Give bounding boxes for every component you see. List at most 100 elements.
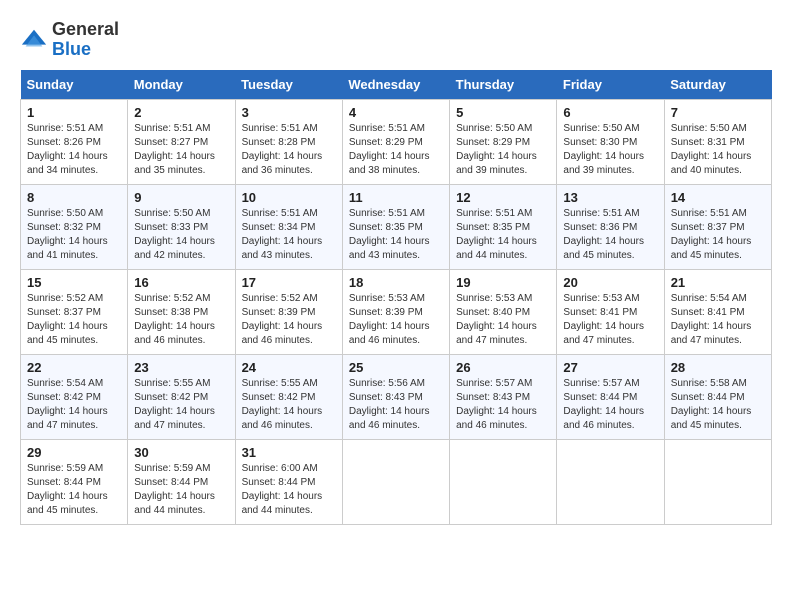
logo-general: General <box>52 19 119 39</box>
day-number: 8 <box>27 190 121 205</box>
day-number: 21 <box>671 275 765 290</box>
day-number: 26 <box>456 360 550 375</box>
day-cell-21: 21 Sunrise: 5:54 AM Sunset: 8:41 PM Dayl… <box>664 269 771 354</box>
day-number: 17 <box>242 275 336 290</box>
day-number: 1 <box>27 105 121 120</box>
day-detail: Sunrise: 5:53 AM Sunset: 8:40 PM Dayligh… <box>456 292 550 348</box>
day-detail: Sunrise: 5:55 AM Sunset: 8:42 PM Dayligh… <box>242 377 336 433</box>
day-cell-22: 22 Sunrise: 5:54 AM Sunset: 8:42 PM Dayl… <box>21 354 128 439</box>
day-number: 2 <box>134 105 228 120</box>
day-detail: Sunrise: 5:53 AM Sunset: 8:39 PM Dayligh… <box>349 292 443 348</box>
calendar-table: SundayMondayTuesdayWednesdayThursdayFrid… <box>20 70 772 525</box>
day-number: 24 <box>242 360 336 375</box>
day-number: 16 <box>134 275 228 290</box>
day-detail: Sunrise: 5:50 AM Sunset: 8:33 PM Dayligh… <box>134 207 228 263</box>
header-friday: Friday <box>557 70 664 100</box>
logo: General Blue <box>20 20 119 60</box>
day-detail: Sunrise: 5:54 AM Sunset: 8:41 PM Dayligh… <box>671 292 765 348</box>
day-cell-28: 28 Sunrise: 5:58 AM Sunset: 8:44 PM Dayl… <box>664 354 771 439</box>
header-saturday: Saturday <box>664 70 771 100</box>
day-number: 30 <box>134 445 228 460</box>
week-row-3: 15 Sunrise: 5:52 AM Sunset: 8:37 PM Dayl… <box>21 269 772 354</box>
day-cell-24: 24 Sunrise: 5:55 AM Sunset: 8:42 PM Dayl… <box>235 354 342 439</box>
day-number: 29 <box>27 445 121 460</box>
day-detail: Sunrise: 5:50 AM Sunset: 8:32 PM Dayligh… <box>27 207 121 263</box>
day-cell-13: 13 Sunrise: 5:51 AM Sunset: 8:36 PM Dayl… <box>557 184 664 269</box>
day-detail: Sunrise: 5:51 AM Sunset: 8:27 PM Dayligh… <box>134 122 228 178</box>
day-number: 11 <box>349 190 443 205</box>
day-number: 10 <box>242 190 336 205</box>
day-detail: Sunrise: 5:50 AM Sunset: 8:30 PM Dayligh… <box>563 122 657 178</box>
day-cell-2: 2 Sunrise: 5:51 AM Sunset: 8:27 PM Dayli… <box>128 99 235 184</box>
header-tuesday: Tuesday <box>235 70 342 100</box>
day-detail: Sunrise: 5:51 AM Sunset: 8:28 PM Dayligh… <box>242 122 336 178</box>
day-number: 7 <box>671 105 765 120</box>
day-cell-8: 8 Sunrise: 5:50 AM Sunset: 8:32 PM Dayli… <box>21 184 128 269</box>
empty-cell <box>450 439 557 524</box>
day-detail: Sunrise: 5:54 AM Sunset: 8:42 PM Dayligh… <box>27 377 121 433</box>
day-number: 27 <box>563 360 657 375</box>
day-detail: Sunrise: 5:58 AM Sunset: 8:44 PM Dayligh… <box>671 377 765 433</box>
day-cell-25: 25 Sunrise: 5:56 AM Sunset: 8:43 PM Dayl… <box>342 354 449 439</box>
day-detail: Sunrise: 5:52 AM Sunset: 8:38 PM Dayligh… <box>134 292 228 348</box>
day-number: 23 <box>134 360 228 375</box>
empty-cell <box>557 439 664 524</box>
day-cell-27: 27 Sunrise: 5:57 AM Sunset: 8:44 PM Dayl… <box>557 354 664 439</box>
day-detail: Sunrise: 5:51 AM Sunset: 8:35 PM Dayligh… <box>349 207 443 263</box>
day-detail: Sunrise: 5:57 AM Sunset: 8:43 PM Dayligh… <box>456 377 550 433</box>
header-monday: Monday <box>128 70 235 100</box>
day-cell-7: 7 Sunrise: 5:50 AM Sunset: 8:31 PM Dayli… <box>664 99 771 184</box>
week-row-4: 22 Sunrise: 5:54 AM Sunset: 8:42 PM Dayl… <box>21 354 772 439</box>
day-number: 6 <box>563 105 657 120</box>
week-row-1: 1 Sunrise: 5:51 AM Sunset: 8:26 PM Dayli… <box>21 99 772 184</box>
day-cell-12: 12 Sunrise: 5:51 AM Sunset: 8:35 PM Dayl… <box>450 184 557 269</box>
day-cell-3: 3 Sunrise: 5:51 AM Sunset: 8:28 PM Dayli… <box>235 99 342 184</box>
day-cell-17: 17 Sunrise: 5:52 AM Sunset: 8:39 PM Dayl… <box>235 269 342 354</box>
day-detail: Sunrise: 5:55 AM Sunset: 8:42 PM Dayligh… <box>134 377 228 433</box>
day-detail: Sunrise: 6:00 AM Sunset: 8:44 PM Dayligh… <box>242 462 336 518</box>
day-cell-23: 23 Sunrise: 5:55 AM Sunset: 8:42 PM Dayl… <box>128 354 235 439</box>
day-number: 5 <box>456 105 550 120</box>
week-row-5: 29 Sunrise: 5:59 AM Sunset: 8:44 PM Dayl… <box>21 439 772 524</box>
day-cell-15: 15 Sunrise: 5:52 AM Sunset: 8:37 PM Dayl… <box>21 269 128 354</box>
day-number: 13 <box>563 190 657 205</box>
day-number: 12 <box>456 190 550 205</box>
header-sunday: Sunday <box>21 70 128 100</box>
day-detail: Sunrise: 5:51 AM Sunset: 8:34 PM Dayligh… <box>242 207 336 263</box>
day-number: 14 <box>671 190 765 205</box>
day-number: 19 <box>456 275 550 290</box>
day-number: 20 <box>563 275 657 290</box>
day-detail: Sunrise: 5:50 AM Sunset: 8:29 PM Dayligh… <box>456 122 550 178</box>
calendar-header-row: SundayMondayTuesdayWednesdayThursdayFrid… <box>21 70 772 100</box>
day-cell-5: 5 Sunrise: 5:50 AM Sunset: 8:29 PM Dayli… <box>450 99 557 184</box>
day-detail: Sunrise: 5:57 AM Sunset: 8:44 PM Dayligh… <box>563 377 657 433</box>
day-cell-26: 26 Sunrise: 5:57 AM Sunset: 8:43 PM Dayl… <box>450 354 557 439</box>
day-number: 31 <box>242 445 336 460</box>
day-number: 3 <box>242 105 336 120</box>
day-number: 28 <box>671 360 765 375</box>
day-cell-9: 9 Sunrise: 5:50 AM Sunset: 8:33 PM Dayli… <box>128 184 235 269</box>
day-number: 22 <box>27 360 121 375</box>
day-cell-31: 31 Sunrise: 6:00 AM Sunset: 8:44 PM Dayl… <box>235 439 342 524</box>
logo-blue: Blue <box>52 39 91 59</box>
day-cell-29: 29 Sunrise: 5:59 AM Sunset: 8:44 PM Dayl… <box>21 439 128 524</box>
day-detail: Sunrise: 5:53 AM Sunset: 8:41 PM Dayligh… <box>563 292 657 348</box>
day-cell-14: 14 Sunrise: 5:51 AM Sunset: 8:37 PM Dayl… <box>664 184 771 269</box>
day-cell-30: 30 Sunrise: 5:59 AM Sunset: 8:44 PM Dayl… <box>128 439 235 524</box>
day-detail: Sunrise: 5:51 AM Sunset: 8:37 PM Dayligh… <box>671 207 765 263</box>
day-cell-11: 11 Sunrise: 5:51 AM Sunset: 8:35 PM Dayl… <box>342 184 449 269</box>
day-cell-10: 10 Sunrise: 5:51 AM Sunset: 8:34 PM Dayl… <box>235 184 342 269</box>
day-number: 15 <box>27 275 121 290</box>
day-cell-6: 6 Sunrise: 5:50 AM Sunset: 8:30 PM Dayli… <box>557 99 664 184</box>
day-cell-19: 19 Sunrise: 5:53 AM Sunset: 8:40 PM Dayl… <box>450 269 557 354</box>
header-thursday: Thursday <box>450 70 557 100</box>
header-wednesday: Wednesday <box>342 70 449 100</box>
day-number: 9 <box>134 190 228 205</box>
day-detail: Sunrise: 5:59 AM Sunset: 8:44 PM Dayligh… <box>134 462 228 518</box>
day-detail: Sunrise: 5:59 AM Sunset: 8:44 PM Dayligh… <box>27 462 121 518</box>
day-cell-18: 18 Sunrise: 5:53 AM Sunset: 8:39 PM Dayl… <box>342 269 449 354</box>
empty-cell <box>342 439 449 524</box>
week-row-2: 8 Sunrise: 5:50 AM Sunset: 8:32 PM Dayli… <box>21 184 772 269</box>
day-cell-16: 16 Sunrise: 5:52 AM Sunset: 8:38 PM Dayl… <box>128 269 235 354</box>
day-cell-4: 4 Sunrise: 5:51 AM Sunset: 8:29 PM Dayli… <box>342 99 449 184</box>
